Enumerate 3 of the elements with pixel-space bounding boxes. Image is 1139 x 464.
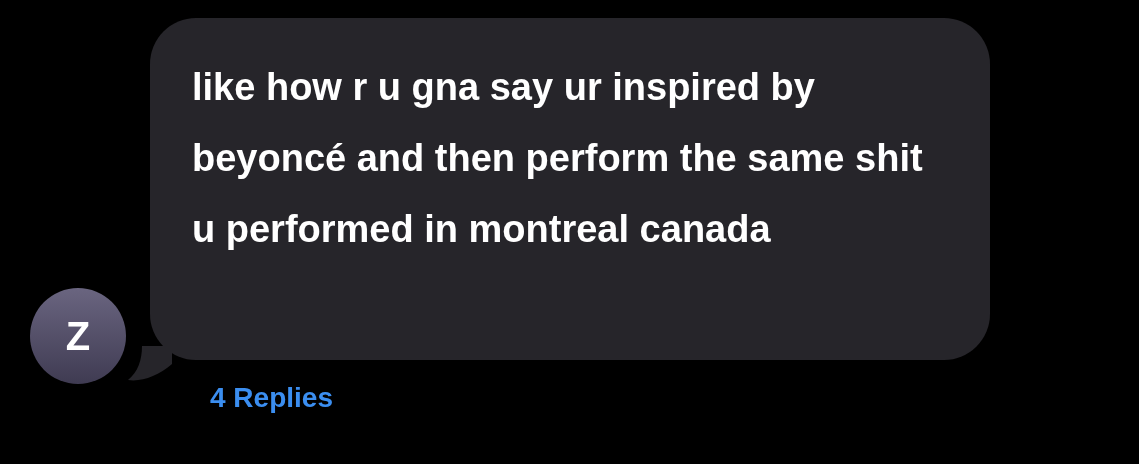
replies-link[interactable]: 4 Replies: [210, 382, 333, 414]
avatar[interactable]: Z: [30, 288, 126, 384]
message-text: like how r u gna say ur inspired by beyoncé and then perform the same shit u performed in montreal canada: [192, 65, 924, 252]
